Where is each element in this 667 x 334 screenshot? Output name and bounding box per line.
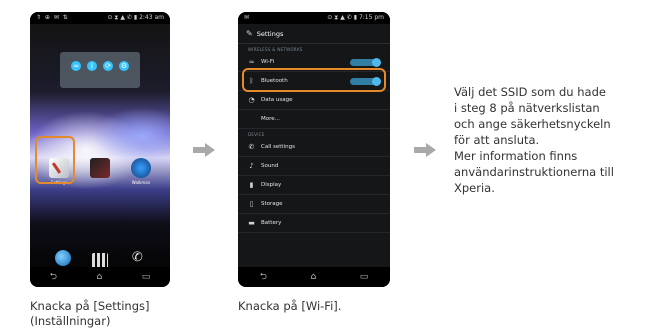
wrench-icon: ✎ <box>246 29 253 38</box>
settings-screen-phone: ✉ ⊙ ⧗ ▲ ✆ ▮ 7:15 pm ✎ Settings WIRELESS … <box>238 12 390 287</box>
status-icons-right: ⊙ ⧗ ▲ ✆ ▮ 2:43 am <box>107 14 164 21</box>
status-bar: ⇑ ⊕ ✉ ⇅ ⊙ ⧗ ▲ ✆ ▮ 2:43 am <box>30 12 170 24</box>
step1-caption-line1: Knacka på [Settings] <box>30 299 150 313</box>
display-label: Display <box>261 182 282 188</box>
back-icon[interactable]: ⮌ <box>50 269 57 285</box>
album-app-icon[interactable] <box>85 158 115 185</box>
wifi-highlight-frame <box>242 68 386 92</box>
battery-label: Battery <box>261 220 282 226</box>
settings-header: ✎ Settings <box>238 24 390 44</box>
phone-icon: ✆ <box>248 143 255 151</box>
home-icon[interactable]: ⌂ <box>96 272 102 282</box>
instruction-text: Välj det SSID som du hade i steg 8 på nä… <box>454 84 659 196</box>
arrow-right-icon <box>414 143 436 157</box>
data-usage-icon: ◔ <box>248 96 255 104</box>
settings-item-more[interactable]: More... <box>238 110 390 129</box>
step1-caption: Knacka på [Settings] (Inställningar) <box>30 299 210 329</box>
data-usage-label: Data usage <box>261 97 293 103</box>
instruction-line: och ange säkerhetsnyckeln <box>454 117 611 131</box>
status-icons-right: ⊙ ⧗ ▲ ✆ ▮ 7:15 pm <box>327 14 384 21</box>
step1-caption-line2: (Inställningar) <box>30 314 111 328</box>
call-settings-label: Call settings <box>261 144 295 150</box>
instruction-line: Mer information finns <box>454 149 578 163</box>
bluetooth-toggle-icon[interactable]: ᛒ <box>87 61 97 71</box>
section-wireless-networks: WIRELESS & NETWORKS <box>248 47 303 52</box>
settings-item-display[interactable]: ▮ Display <box>238 176 390 195</box>
arrow-right-icon <box>193 143 215 157</box>
instruction-line: Välj det SSID som du hade <box>454 85 606 99</box>
storage-icon: ▯ <box>249 200 254 208</box>
nav-bar: ⮌ ⌂ ▭ <box>30 267 170 287</box>
walkman-app-label: Walkman <box>131 180 151 185</box>
instruction-line: användarinstruktionerna till <box>454 165 614 179</box>
recent-apps-icon[interactable]: ▭ <box>142 272 151 282</box>
recent-apps-icon[interactable]: ▭ <box>360 272 369 282</box>
instruction-line: för att ansluta. <box>454 133 540 147</box>
battery-icon: ▬ <box>248 219 255 227</box>
nav-bar: ⮌ ⌂ ▭ <box>238 267 390 287</box>
wifi-label: Wi-Fi <box>261 59 275 65</box>
settings-item-sound[interactable]: ♪ Sound <box>238 157 390 176</box>
speaker-icon: ♪ <box>249 162 254 170</box>
status-bar: ✉ ⊙ ⧗ ▲ ✆ ▮ 7:15 pm <box>238 12 390 24</box>
wifi-icon: ≈ <box>248 58 255 66</box>
wifi-toggle[interactable] <box>350 58 381 67</box>
status-icons-left: ✉ <box>244 14 251 21</box>
quick-settings-widget[interactable]: ≈ ᛒ ⟳ ⚙ <box>60 52 140 88</box>
storage-label: Storage <box>261 201 283 207</box>
step2-caption: Knacka på [Wi-Fi]. <box>238 299 342 313</box>
settings-item-battery[interactable]: ▬ Battery <box>238 214 390 233</box>
home-screen-phone: ⇑ ⊕ ✉ ⇅ ⊙ ⧗ ▲ ✆ ▮ 2:43 am ≈ ᛒ ⟳ ⚙ Settin… <box>30 12 170 287</box>
section-device: DEVICE <box>248 132 265 137</box>
settings-toggle-icon[interactable]: ⚙ <box>119 61 129 71</box>
sound-label: Sound <box>261 163 279 169</box>
settings-list: ✎ Settings WIRELESS & NETWORKS ≈ Wi-Fi ᛒ… <box>238 24 390 267</box>
settings-item-data-usage[interactable]: ◔ Data usage <box>238 91 390 110</box>
home-icon[interactable]: ⌂ <box>310 272 316 282</box>
wifi-toggle-icon[interactable]: ≈ <box>71 61 81 71</box>
more-label: More... <box>261 116 280 122</box>
sync-toggle-icon[interactable]: ⟳ <box>103 61 113 71</box>
settings-highlight-frame <box>35 136 75 184</box>
settings-item-storage[interactable]: ▯ Storage <box>238 195 390 214</box>
status-icons-left: ⇑ ⊕ ✉ ⇅ <box>36 14 69 21</box>
instruction-line: i steg 8 på nätverkslistan <box>454 101 600 115</box>
walkman-app-icon[interactable]: Walkman <box>126 158 156 185</box>
settings-item-call-settings[interactable]: ✆ Call settings <box>238 138 390 157</box>
back-icon[interactable]: ⮌ <box>260 269 267 285</box>
display-icon: ▮ <box>249 181 254 189</box>
settings-title: Settings <box>256 29 284 38</box>
instruction-line: Xperia. <box>454 181 495 195</box>
